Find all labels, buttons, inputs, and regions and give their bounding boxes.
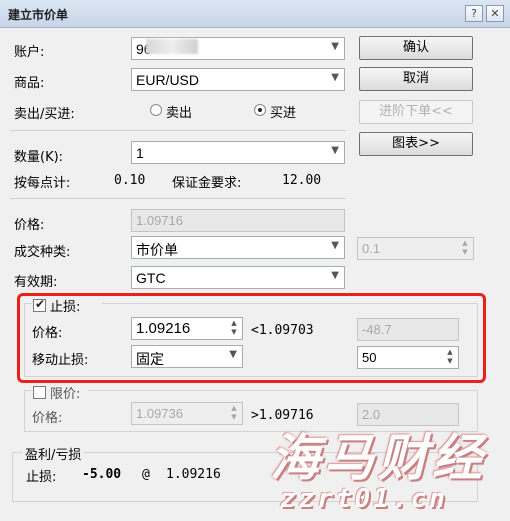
- per-pip-label: 按每点计:: [14, 176, 71, 191]
- highlight-annotation: [17, 293, 486, 383]
- limit-price-label: 价格:: [32, 411, 63, 426]
- chevron-down-icon: ▼: [331, 145, 339, 156]
- chevron-down-icon: ▼: [331, 72, 339, 83]
- pnl-stop-label: 止损:: [26, 470, 57, 485]
- stepper-arrows-icon: ▲ ▼: [231, 404, 237, 421]
- watermark-url: zzrt01.cn: [280, 484, 448, 514]
- limit-price-stepper: 1.09736 ▲ ▼: [131, 402, 243, 425]
- price-label: 价格:: [14, 218, 45, 233]
- symbol-label: 商品:: [14, 76, 45, 91]
- price-field: 1.09716: [131, 209, 345, 232]
- pnl-stop-amount: -5.00: [82, 467, 122, 482]
- account-label: 账户:: [14, 45, 45, 60]
- sell-label[interactable]: 卖出: [166, 102, 192, 121]
- confirm-button[interactable]: 确认: [359, 36, 473, 60]
- title-bar: 建立市价单 ? ✕: [0, 0, 510, 28]
- stepper-arrows-icon: ▲ ▼: [462, 239, 468, 256]
- advanced-order-button: 进阶下单<<: [359, 100, 473, 124]
- separator: [10, 130, 346, 131]
- help-button[interactable]: ?: [465, 5, 483, 22]
- chart-button[interactable]: 图表>>: [359, 132, 473, 156]
- validity-select[interactable]: GTC ▼: [131, 266, 345, 289]
- sell-radio[interactable]: [150, 104, 162, 116]
- window-title: 建立市价单: [8, 8, 69, 22]
- close-button[interactable]: ✕: [486, 5, 504, 22]
- limit-checkbox[interactable]: [33, 386, 46, 399]
- exec-type-select[interactable]: 市价单 ▼: [131, 236, 345, 259]
- side-label: 卖出/买进:: [14, 107, 75, 122]
- exec-type-value: 市价单: [136, 242, 178, 258]
- validity-value: GTC: [136, 270, 166, 286]
- account-redaction: [146, 39, 198, 54]
- symbol-value: EUR/USD: [136, 72, 200, 88]
- range-stepper: 0.1 ▲ ▼: [357, 237, 474, 260]
- pnl-stop-price: 1.09216: [166, 467, 221, 482]
- limit-label: 限价:: [50, 387, 81, 402]
- quantity-label: 数量(K):: [14, 150, 64, 165]
- price-value: 1.09716: [136, 213, 183, 228]
- margin-value: 12.00: [282, 173, 322, 188]
- cancel-button[interactable]: 取消: [359, 67, 473, 91]
- quantity-select[interactable]: 1 ▼: [131, 141, 345, 164]
- separator: [10, 198, 346, 199]
- limit-price-value: 1.09736: [136, 406, 183, 421]
- exec-type-label: 成交种类:: [14, 245, 71, 260]
- watermark-logo: 海马财经: [270, 429, 486, 487]
- pnl-at: @: [142, 467, 150, 482]
- per-pip-value: 0.10: [114, 173, 146, 188]
- margin-label: 保证金要求:: [172, 176, 242, 191]
- buy-label[interactable]: 买进: [270, 102, 296, 121]
- chevron-down-icon: ▼: [331, 240, 339, 251]
- radio-selected-dot: [258, 108, 262, 112]
- range-value: 0.1: [362, 241, 381, 256]
- chevron-down-icon: ▼: [331, 270, 339, 281]
- chevron-down-icon: ▼: [331, 41, 339, 52]
- pnl-group-label: 盈利/亏损: [22, 444, 85, 463]
- validity-label: 有效期:: [14, 275, 58, 290]
- buy-radio[interactable]: [254, 104, 266, 116]
- quantity-value: 1: [136, 145, 144, 161]
- symbol-select[interactable]: EUR/USD ▼: [131, 68, 345, 91]
